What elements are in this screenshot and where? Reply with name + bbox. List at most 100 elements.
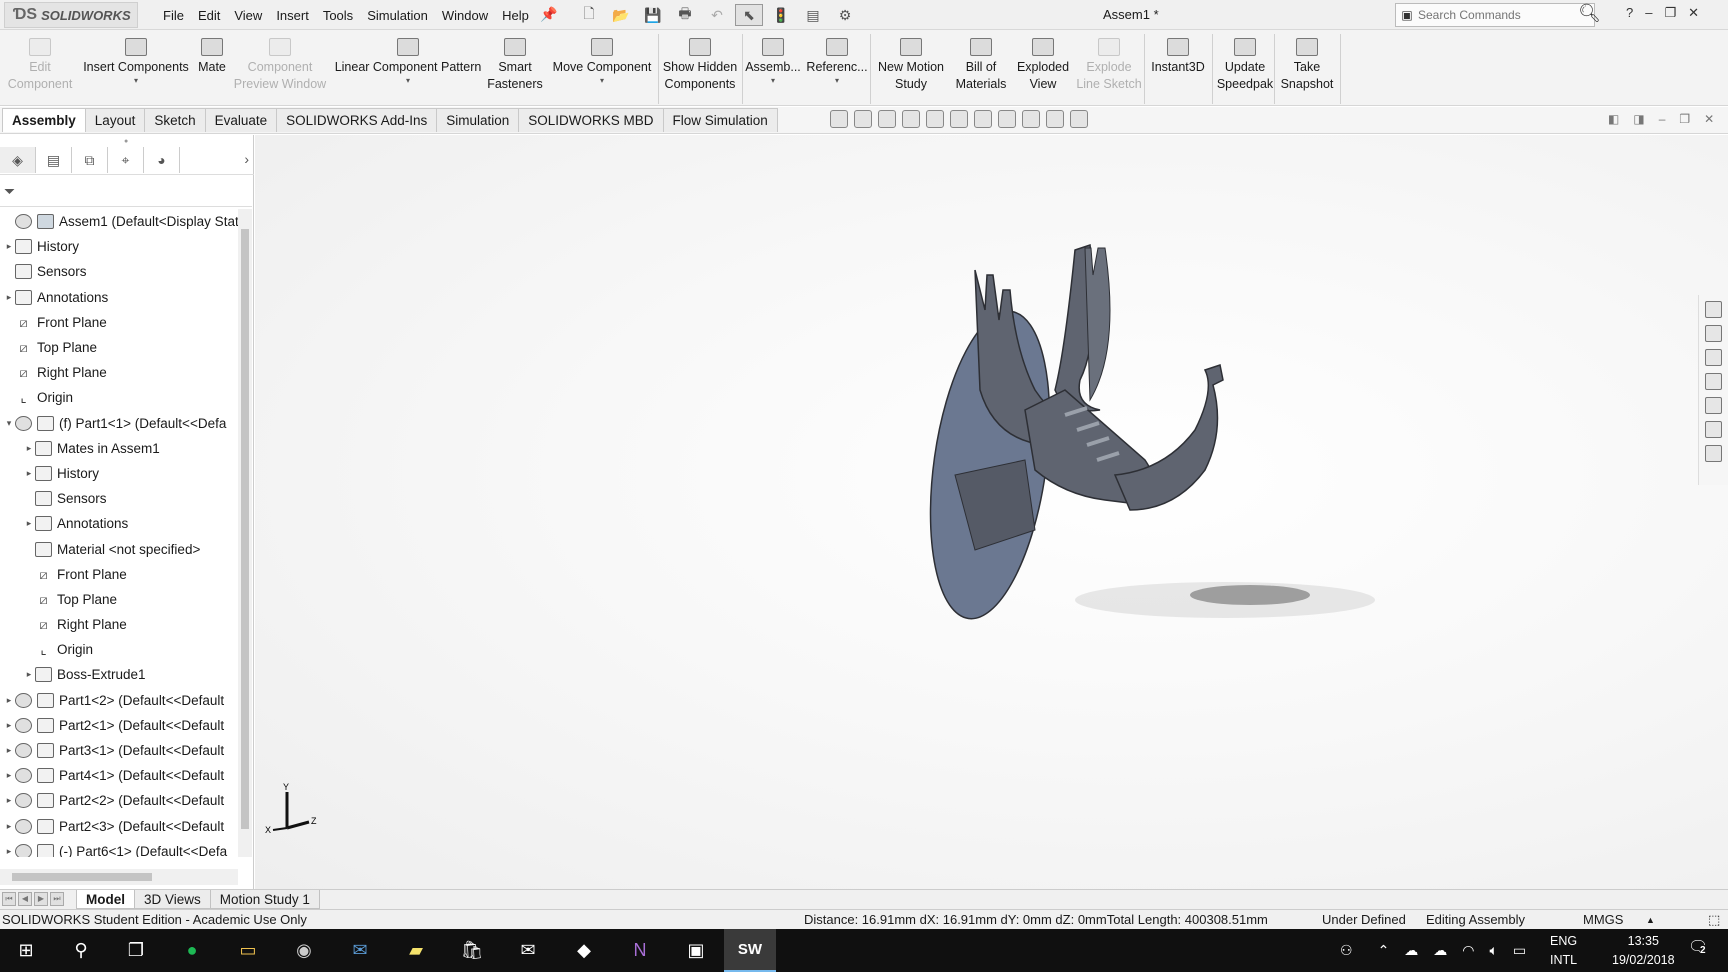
git-icon[interactable]: ◆ <box>558 929 610 972</box>
tree-item[interactable]: ▸ (-) Part6<1> (Default<<Defa <box>0 839 238 857</box>
windows-start-icon[interactable]: ⊞ <box>0 929 52 972</box>
appearances-icon[interactable] <box>1705 397 1722 414</box>
expand-toggle-icon[interactable]: ▾ <box>3 418 15 429</box>
apply-scene-icon[interactable] <box>1046 110 1064 128</box>
tree-item[interactable]: Sensors <box>0 259 238 284</box>
sticky-notes-icon[interactable]: ▰ <box>390 929 442 972</box>
tab-evaluate[interactable]: Evaluate <box>204 108 278 132</box>
tree-item[interactable]: ▸ Part3<1> (Default<<Default <box>0 738 238 763</box>
onenote-icon[interactable]: N <box>614 929 666 972</box>
file-explorer-icon[interactable]: ▭ <box>222 929 274 972</box>
tab-layout[interactable]: Layout <box>84 108 146 132</box>
viewport-restore-icon[interactable]: ❐ <box>1679 112 1690 126</box>
expand-toggle-icon[interactable]: ▸ <box>23 443 35 454</box>
restore-button[interactable]: ❐ <box>1664 5 1676 21</box>
viewport-minimize-icon[interactable]: – <box>1659 112 1666 126</box>
view-palette-icon[interactable] <box>1705 373 1722 390</box>
print-icon[interactable]: 🖶 <box>671 4 699 26</box>
undo-icon[interactable]: ↶ <box>703 4 731 26</box>
instant3d-button[interactable]: Instant3D <box>1146 38 1210 102</box>
menu-window[interactable]: Window <box>435 8 495 23</box>
expand-toggle-icon[interactable]: ▸ <box>3 745 15 756</box>
people-icon[interactable]: ⚇ <box>1340 942 1353 959</box>
graphics-area[interactable]: Y X Z <box>255 135 1728 889</box>
mate-button[interactable]: Mate <box>194 38 230 102</box>
volume-icon[interactable]: 🔈︎ <box>1490 942 1498 959</box>
file-properties-icon[interactable]: ▤ <box>799 4 827 26</box>
clock[interactable]: 13:35 19/02/2018 <box>1612 932 1675 970</box>
select-icon[interactable]: ⬉ <box>735 4 763 26</box>
tree-item[interactable]: ▸ Annotations <box>0 511 238 536</box>
chevron-down-icon[interactable]: ▾ <box>134 76 138 86</box>
assemb-button[interactable]: Assemb... ▾ <box>744 38 802 102</box>
tab-model[interactable]: Model <box>76 890 135 909</box>
expand-toggle-icon[interactable]: ▸ <box>3 695 15 706</box>
panel-grip-icon[interactable]: ● <box>124 138 128 145</box>
battery-icon[interactable]: ▭ <box>1513 942 1526 959</box>
menu-insert[interactable]: Insert <box>269 8 316 23</box>
dimxpert-tab-icon[interactable]: ⌖ <box>108 147 144 173</box>
help-icon[interactable]: ? <box>1626 5 1633 21</box>
chevron-down-icon[interactable]: ▾ <box>600 76 604 86</box>
tree-item[interactable]: ▸ Boss-Extrude1 <box>0 662 238 687</box>
open-icon[interactable]: 📂 <box>607 4 635 26</box>
forum-icon[interactable] <box>1705 445 1722 462</box>
tree-item[interactable]: ▸ Part2<1> (Default<<Default <box>0 713 238 738</box>
chrome-icon[interactable]: ◉ <box>278 929 330 972</box>
hide-show-items-icon[interactable] <box>998 110 1016 128</box>
new-document-icon[interactable]: 🗋 <box>575 4 603 26</box>
expand-toggle-icon[interactable]: ▸ <box>23 518 35 529</box>
onedrive-icon[interactable]: ☁ <box>1433 942 1447 959</box>
scroll-thumb[interactable] <box>241 229 249 829</box>
expand-toggle-icon[interactable]: ▸ <box>23 468 35 479</box>
search-input[interactable] <box>1418 8 1558 22</box>
tree-item[interactable]: ⌞ Origin <box>0 637 238 662</box>
expand-toggle-icon[interactable]: ▸ <box>3 795 15 806</box>
expand-toggle-icon[interactable]: ▸ <box>3 770 15 781</box>
tab-solidworks-mbd[interactable]: SOLIDWORKS MBD <box>518 108 664 132</box>
tree-item[interactable]: ⧄ Top Plane <box>0 335 238 360</box>
tree-item[interactable]: ⧄ Front Plane <box>0 310 238 335</box>
network-cloud-icon[interactable]: ☁ <box>1404 942 1418 959</box>
spotify-icon[interactable]: ● <box>166 929 218 972</box>
minimize-button[interactable]: – <box>1645 5 1652 21</box>
component-preview-window-button[interactable]: Component Preview Window <box>228 38 332 102</box>
solidworks-taskbar-icon[interactable]: SW <box>724 929 776 972</box>
viewport-close-icon[interactable]: ✕ <box>1704 112 1714 126</box>
tree-item[interactable]: ▸ Mates in Assem1 <box>0 436 238 461</box>
tree-item[interactable]: ▸ History <box>0 234 238 259</box>
menu-tools[interactable]: Tools <box>316 8 360 23</box>
tree-item[interactable]: ▸ Part2<2> (Default<<Default <box>0 788 238 813</box>
tab-assembly[interactable]: Assembly <box>2 108 86 132</box>
menu-simulation[interactable]: Simulation <box>360 8 435 23</box>
linear-component-pattern-button[interactable]: Linear Component Pattern ▾ <box>330 38 486 102</box>
tree-horizontal-scrollbar[interactable] <box>0 869 238 885</box>
scroll-thumb[interactable] <box>12 873 152 881</box>
show-hidden-icons-chevron-icon[interactable]: ⌃ <box>1378 942 1390 959</box>
custom-properties-icon[interactable] <box>1705 421 1722 438</box>
dynamic-annotation-icon[interactable] <box>926 110 944 128</box>
menu-edit[interactable]: Edit <box>191 8 227 23</box>
tab-solidworks-add-ins[interactable]: SOLIDWORKS Add-Ins <box>276 108 438 132</box>
pin-icon[interactable]: 📌 <box>540 6 557 23</box>
update-speedpak-button[interactable]: Update Speedpak <box>1214 38 1276 102</box>
expand-toggle-icon[interactable]: ▸ <box>3 821 15 832</box>
expand-toggle-icon[interactable]: ▸ <box>3 241 15 252</box>
collapse-right-icon[interactable]: ◨ <box>1633 112 1644 126</box>
expand-toggle-icon[interactable]: ▸ <box>3 720 15 731</box>
first-tab-icon[interactable]: ⏮ <box>2 892 16 906</box>
view-orientation-icon[interactable] <box>950 110 968 128</box>
display-manager-tab-icon[interactable]: ◕ <box>144 147 180 173</box>
bill-of-materials-button[interactable]: Bill of Materials <box>954 38 1008 102</box>
last-tab-icon[interactable]: ⏭ <box>50 892 64 906</box>
show-hidden-components-button[interactable]: Show Hidden Components <box>660 38 740 102</box>
close-button[interactable]: ✕ <box>1688 5 1699 21</box>
previous-view-icon[interactable] <box>878 110 896 128</box>
menu-file[interactable]: File <box>156 8 191 23</box>
tree-item[interactable]: ⧄ Right Plane <box>0 612 238 637</box>
tooltip-icon[interactable]: ⬚ <box>1708 912 1720 928</box>
mirror-app-icon[interactable]: ▣ <box>670 929 722 972</box>
tree-item[interactable]: Sensors <box>0 486 238 511</box>
tab-3d-views[interactable]: 3D Views <box>134 890 211 909</box>
display-style-icon[interactable] <box>974 110 992 128</box>
